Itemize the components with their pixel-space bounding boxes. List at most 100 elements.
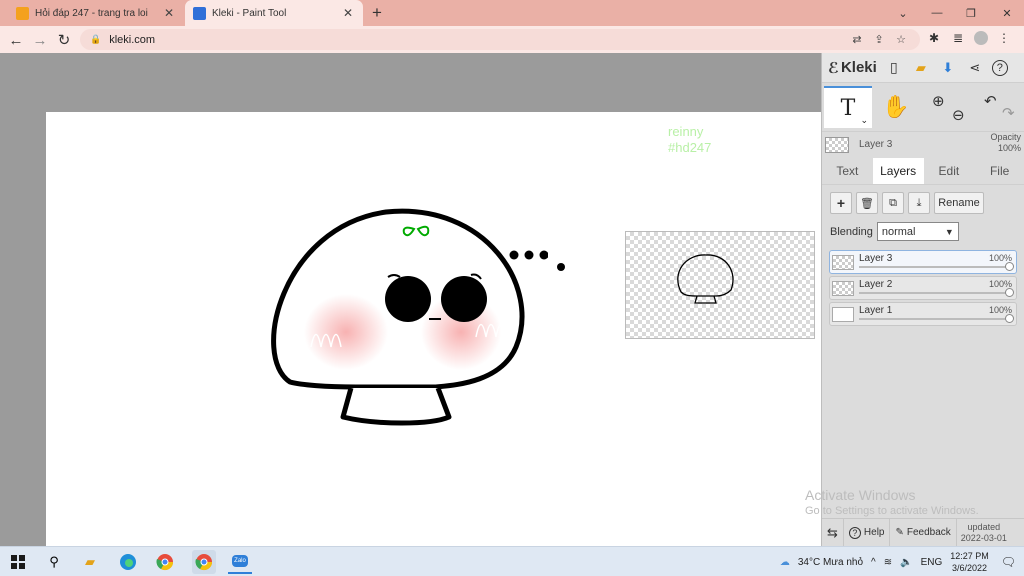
blending-select[interactable]: normal ▼ xyxy=(876,222,959,241)
share-icon[interactable]: ⋖ xyxy=(965,58,985,78)
layer-item[interactable]: Layer 1 100% xyxy=(829,302,1017,326)
ellipsis-dots xyxy=(509,250,548,260)
kleki-logo-icon: ℰ xyxy=(828,59,839,77)
zoom-in-icon[interactable]: ⊕ xyxy=(932,92,945,110)
download-icon[interactable]: ⬇ xyxy=(938,58,958,78)
zoom-out-icon[interactable]: ⊖ xyxy=(952,106,965,124)
rename-layer-button[interactable]: Rename xyxy=(934,192,984,214)
add-layer-button[interactable]: + xyxy=(830,192,852,214)
feedback-button[interactable]: ✎ Feedback xyxy=(890,518,957,547)
windows-taskbar: ⚲ ▰ Zalo ☁ 34°C Mưa nhỏ ^ ≋ 🔈 ENG 12:27 … xyxy=(0,546,1024,576)
tab-edit[interactable]: Edit xyxy=(924,158,975,184)
chevron-up-icon[interactable]: ^ xyxy=(871,557,876,568)
url-text: kleki.com xyxy=(109,33,156,46)
chrome-icon[interactable] xyxy=(155,552,175,572)
clock[interactable]: 12:27 PM 3/6/2022 xyxy=(950,550,989,574)
text-tool-button[interactable]: T ⌄ xyxy=(824,86,872,128)
duplicate-layer-button[interactable]: ⧉ xyxy=(882,192,904,214)
minimize-icon[interactable]: — xyxy=(920,0,954,26)
undo-icon[interactable]: ↶ xyxy=(984,92,997,110)
chrome-logo-icon xyxy=(195,554,213,571)
layer-opacity-slider[interactable] xyxy=(859,262,1014,271)
menu-dots-icon[interactable]: ⋮ xyxy=(996,30,1012,46)
tab-search-icon[interactable]: ⌄ xyxy=(886,0,920,26)
current-layer-opacity: Opacity 100% xyxy=(990,132,1021,154)
volume-icon[interactable]: 🔈 xyxy=(900,557,912,568)
current-layer-thumbnail xyxy=(825,136,849,153)
reload-icon[interactable]: ↻ xyxy=(54,30,74,50)
new-tab-icon[interactable]: + xyxy=(372,3,382,23)
system-tray: ☁ 34°C Mưa nhỏ ^ ≋ 🔈 ENG 12:27 PM 3/6/20… xyxy=(780,547,1024,576)
swap-sides-button[interactable]: ⇆ xyxy=(822,518,844,547)
signature-line-2: #hd247 xyxy=(668,140,712,155)
layer-name: Layer 2 xyxy=(859,279,893,290)
search-icon[interactable]: ⚲ xyxy=(44,552,64,572)
kleki-logo: ℰ Kleki xyxy=(828,59,877,77)
tab-hoidap247[interactable]: Hỏi đáp 247 - trang tra loi ✕ xyxy=(8,0,184,26)
help-button[interactable]: ? Help xyxy=(844,518,891,547)
tab-title: Kleki - Paint Tool xyxy=(212,7,287,19)
slider-knob[interactable] xyxy=(1005,314,1014,323)
notification-icon[interactable]: 🗨 xyxy=(1001,555,1016,569)
updated-info: updated 2022-03-01 xyxy=(957,522,1011,544)
profile-avatar-icon[interactable] xyxy=(974,31,988,45)
open-folder-icon[interactable]: ▰ xyxy=(911,58,931,78)
share-icon[interactable]: ⇪ xyxy=(872,32,886,46)
duplicate-icon: ⧉ xyxy=(889,196,897,209)
swap-arrows-icon: ⇆ xyxy=(827,524,838,540)
updated-date: 2022-03-01 xyxy=(960,532,1007,543)
edge-logo-icon xyxy=(120,554,136,570)
merge-down-icon: ⤓ xyxy=(916,196,922,209)
current-layer-indicator: Layer 3 Opacity 100% xyxy=(822,131,1024,157)
zalo-icon[interactable]: Zalo xyxy=(228,550,252,574)
layer-thumbnail xyxy=(832,255,854,270)
bookmark-star-icon[interactable]: ☆ xyxy=(894,32,908,46)
chevron-down-icon: ⌄ xyxy=(860,116,868,126)
merge-layer-button[interactable]: ⤓ xyxy=(908,192,930,214)
trash-icon: 🗑 xyxy=(860,197,874,210)
clock-time: 12:27 PM xyxy=(950,551,989,561)
signature-text: reinny #hd247 xyxy=(668,124,711,156)
slider-knob[interactable] xyxy=(1005,262,1014,271)
close-window-icon[interactable]: ✕ xyxy=(990,0,1024,26)
windows-start-icon[interactable] xyxy=(8,552,28,572)
kleki-side-panel: ℰ Kleki ▯ ▰ ⬇ ⋖ ? T ⌄ ✋ ⊕ ⊖ ↶ ↷ Layer 3 … xyxy=(821,53,1024,547)
restore-icon[interactable]: ❐ xyxy=(954,0,988,26)
delete-layer-button[interactable]: 🗑 xyxy=(856,192,878,214)
chrome-profile-icon[interactable] xyxy=(192,550,216,574)
back-icon[interactable]: ← xyxy=(6,30,26,50)
panel-footer: ⇆ ? Help ✎ Feedback updated 2022-03-01 xyxy=(822,518,1024,547)
help-circle-icon: ? xyxy=(848,526,861,539)
chrome-logo-icon xyxy=(156,554,174,571)
layer-item[interactable]: Layer 2 100% xyxy=(829,276,1017,300)
weather-cloud-icon[interactable]: ☁ xyxy=(780,557,790,568)
tab-kleki[interactable]: Kleki - Paint Tool ✕ xyxy=(185,0,363,26)
help-icon[interactable]: ? xyxy=(991,59,1008,76)
canvas-preview-thumbnail[interactable] xyxy=(625,231,815,339)
language-indicator[interactable]: ENG xyxy=(921,557,943,568)
translate-icon[interactable]: ⇄ xyxy=(850,32,864,46)
tab-layers[interactable]: Layers xyxy=(872,158,924,184)
slider-knob[interactable] xyxy=(1005,288,1014,297)
close-tab-icon[interactable]: ✕ xyxy=(162,6,176,20)
windows-logo-icon xyxy=(11,555,25,569)
layer-opacity-slider[interactable] xyxy=(859,288,1014,297)
wifi-icon[interactable]: ≋ xyxy=(884,557,892,568)
layer-item[interactable]: Layer 3 100% xyxy=(829,250,1017,274)
layer-opacity-slider[interactable] xyxy=(859,314,1014,323)
forward-icon[interactable]: → xyxy=(30,30,50,50)
browser-toolbar: ← → ↻ 🔒 kleki.com ⇄ ⇪ ☆ xyxy=(0,26,1024,53)
hand-tool-icon[interactable]: ✋ xyxy=(882,94,909,120)
close-tab-icon[interactable]: ✕ xyxy=(341,6,355,20)
reading-list-icon[interactable]: ≣ xyxy=(950,30,966,46)
extensions-puzzle-icon[interactable]: ✱ xyxy=(926,30,942,46)
new-file-icon[interactable]: ▯ xyxy=(884,58,904,78)
weather-text[interactable]: 34°C Mưa nhỏ xyxy=(798,557,863,568)
edge-icon[interactable] xyxy=(118,552,138,572)
opacity-label: Opacity xyxy=(990,132,1021,142)
tab-file[interactable]: File xyxy=(974,158,1024,184)
address-bar[interactable]: 🔒 kleki.com ⇄ ⇪ ☆ xyxy=(80,29,920,50)
redo-icon[interactable]: ↷ xyxy=(1002,104,1015,122)
tab-text[interactable]: Text xyxy=(822,158,873,184)
file-explorer-icon[interactable]: ▰ xyxy=(80,552,100,572)
